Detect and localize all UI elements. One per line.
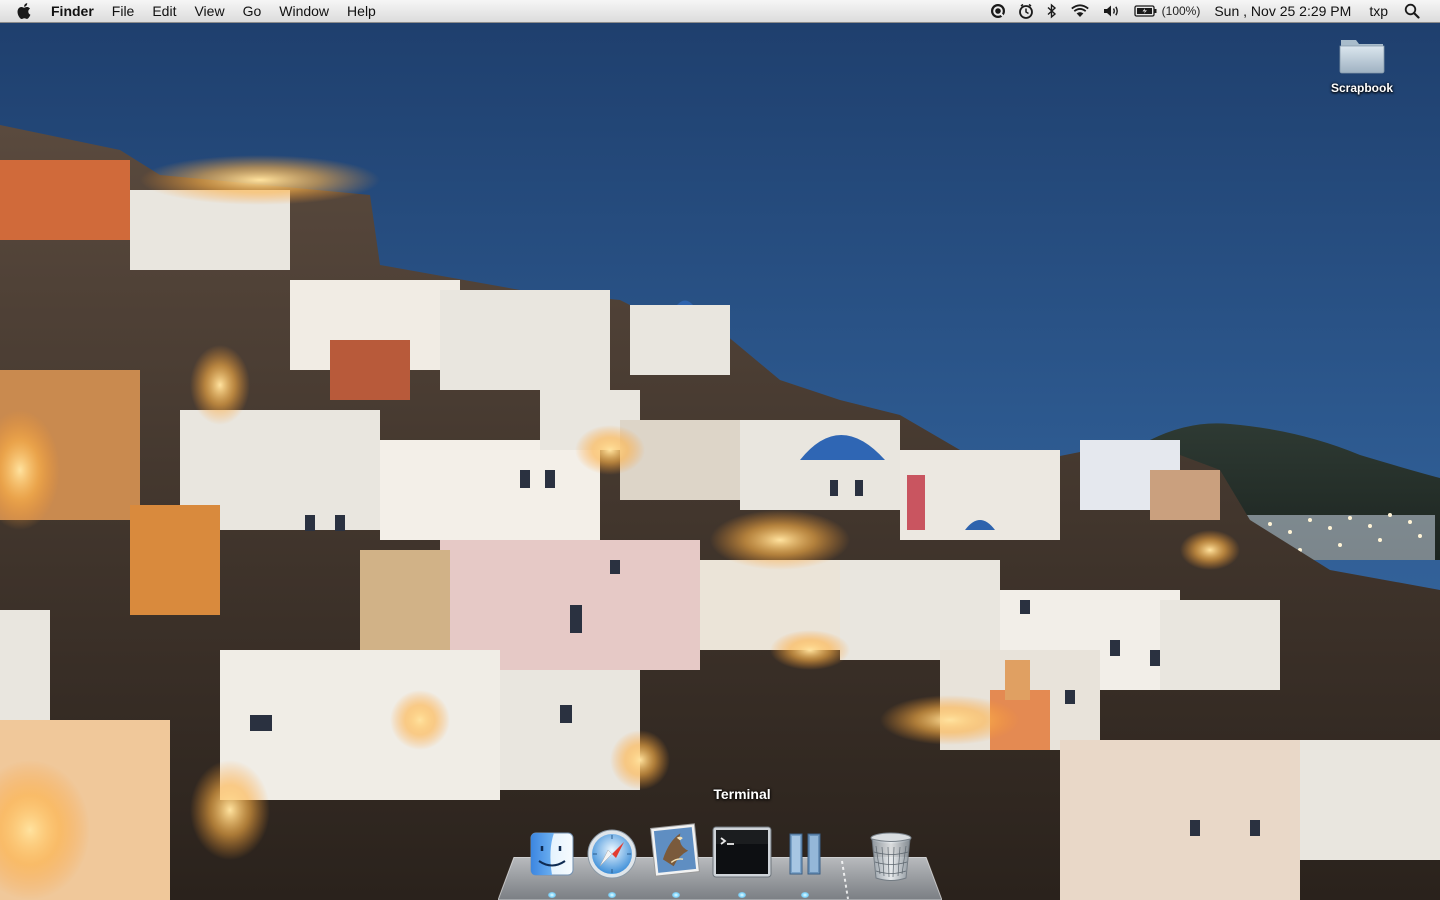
menu-app-finder[interactable]: Finder	[42, 0, 103, 22]
battery-percentage: (100%)	[1161, 4, 1201, 18]
menu-window[interactable]: Window	[270, 0, 338, 22]
quicksilver-icon[interactable]	[984, 0, 1012, 22]
battery-status[interactable]: (100%)	[1128, 0, 1207, 22]
desktop-wallpaper	[0, 0, 1440, 900]
apple-menu-icon[interactable]	[16, 0, 36, 22]
menu-help[interactable]: Help	[338, 0, 385, 22]
volume-icon[interactable]	[1096, 0, 1128, 22]
finder-icon[interactable]	[528, 830, 576, 878]
safari-icon[interactable]	[586, 828, 638, 880]
dock-tooltip: Terminal	[713, 786, 771, 802]
battery-icon	[1134, 5, 1157, 17]
menu-bar: Finder File Edit View Go Window Help (10…	[0, 0, 1440, 23]
folder-icon	[1339, 40, 1385, 74]
menu-view[interactable]: View	[185, 0, 233, 22]
bluetooth-icon[interactable]	[1040, 0, 1064, 22]
menu-go[interactable]: Go	[234, 0, 271, 22]
applications-stack-icon[interactable]	[788, 832, 822, 876]
mail-icon[interactable]	[648, 822, 702, 878]
spotlight-search-icon[interactable]	[1398, 0, 1426, 22]
menu-clock[interactable]: Sun , Nov 25 2:29 PM	[1206, 3, 1359, 19]
wifi-icon[interactable]	[1064, 0, 1096, 22]
desktop-folder-label: Scrapbook	[1330, 81, 1393, 95]
menu-file[interactable]: File	[103, 0, 144, 22]
trash-icon[interactable]	[866, 830, 916, 884]
desktop-folder-scrapbook[interactable]: Scrapbook	[1318, 34, 1406, 95]
menu-edit[interactable]: Edit	[143, 0, 185, 22]
terminal-icon[interactable]	[712, 826, 772, 878]
time-machine-icon[interactable]	[1012, 0, 1040, 22]
user-menu[interactable]: txp	[1359, 3, 1398, 19]
